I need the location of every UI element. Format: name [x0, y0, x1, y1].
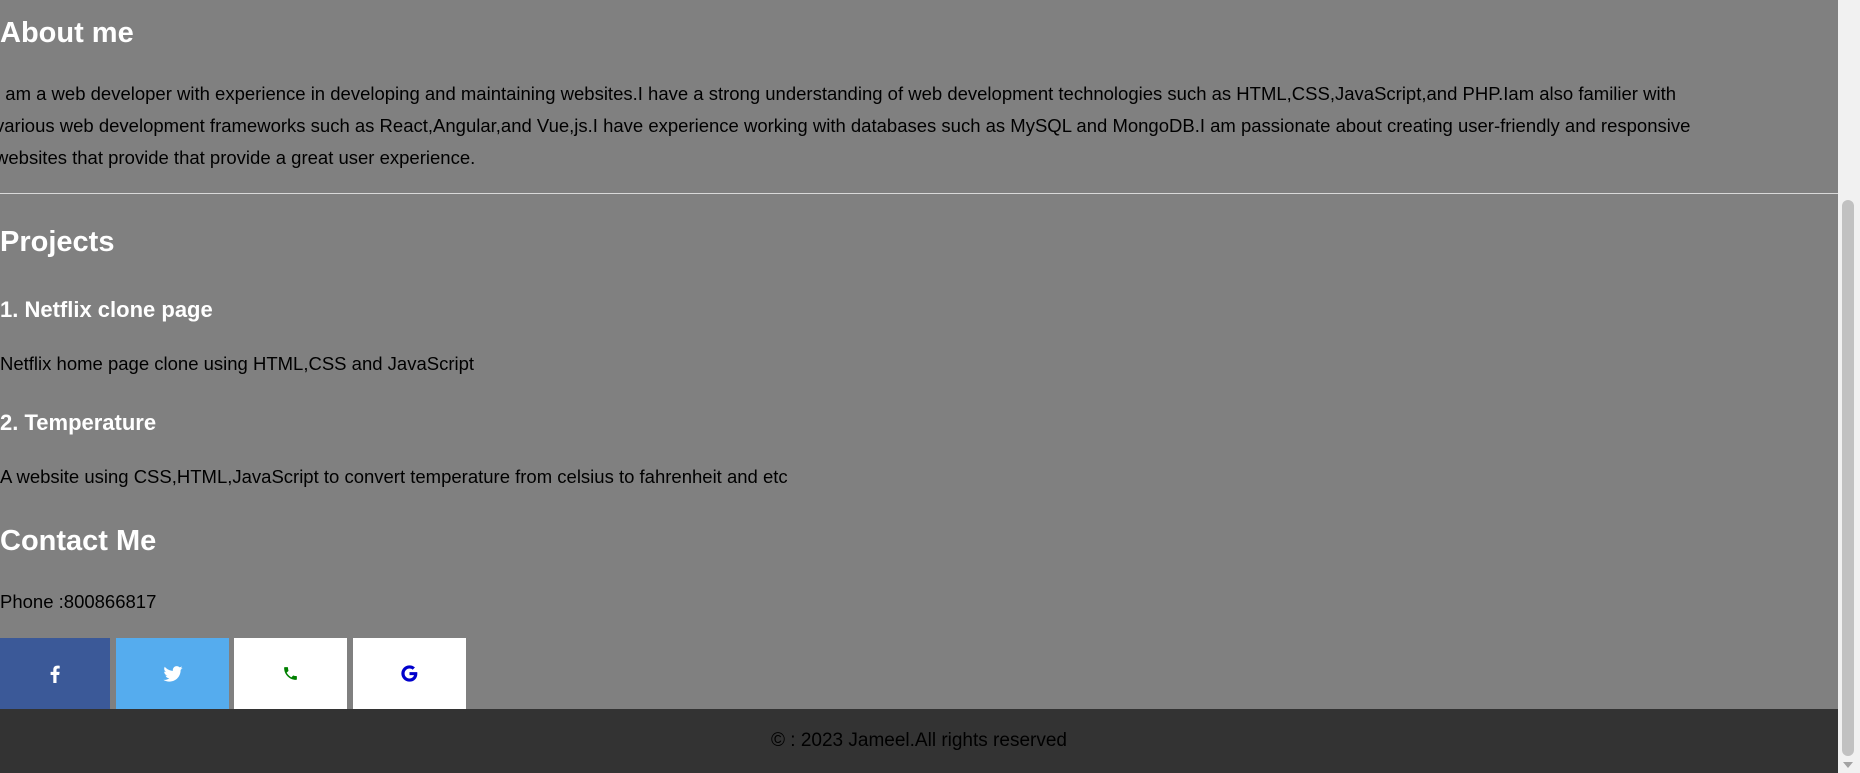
footer: © : 2023 Jameel.All rights reserved — [0, 709, 1838, 773]
about-text: I am a web developer with experience in … — [0, 78, 1838, 174]
facebook-icon — [50, 665, 60, 683]
about-line: various web development frameworks such … — [0, 115, 1691, 136]
twitter-button[interactable] — [116, 638, 229, 709]
google-icon — [400, 664, 419, 683]
scroll-down-arrow-icon[interactable] — [1843, 762, 1853, 768]
about-line: websites that provide that provide a gre… — [0, 147, 476, 168]
project-description: A website using CSS,HTML,JavaScript to c… — [0, 466, 788, 487]
projects-title: Projects — [0, 226, 115, 258]
phone-button[interactable] — [234, 638, 347, 709]
about-title: About me — [0, 17, 134, 49]
footer-copyright: © : 2023 Jameel.All rights reserved — [771, 730, 1067, 751]
project-title: 2. Temperature — [0, 410, 157, 435]
portfolio-page: About me I am a web developer with exper… — [0, 0, 1860, 773]
section-divider — [0, 193, 1838, 194]
project-description: Netflix home page clone using HTML,CSS a… — [0, 353, 475, 374]
about-line: I am a web developer with experience in … — [0, 83, 1677, 104]
phone-icon — [282, 665, 299, 682]
project-title: 1. Netflix clone page — [0, 297, 213, 322]
scrollbar-thumb[interactable] — [1842, 200, 1854, 756]
twitter-icon — [162, 665, 183, 682]
google-button[interactable] — [353, 638, 466, 709]
contact-title: Contact Me — [0, 525, 157, 557]
facebook-button[interactable] — [0, 638, 110, 709]
contact-phone: Phone :800866817 — [0, 591, 157, 612]
